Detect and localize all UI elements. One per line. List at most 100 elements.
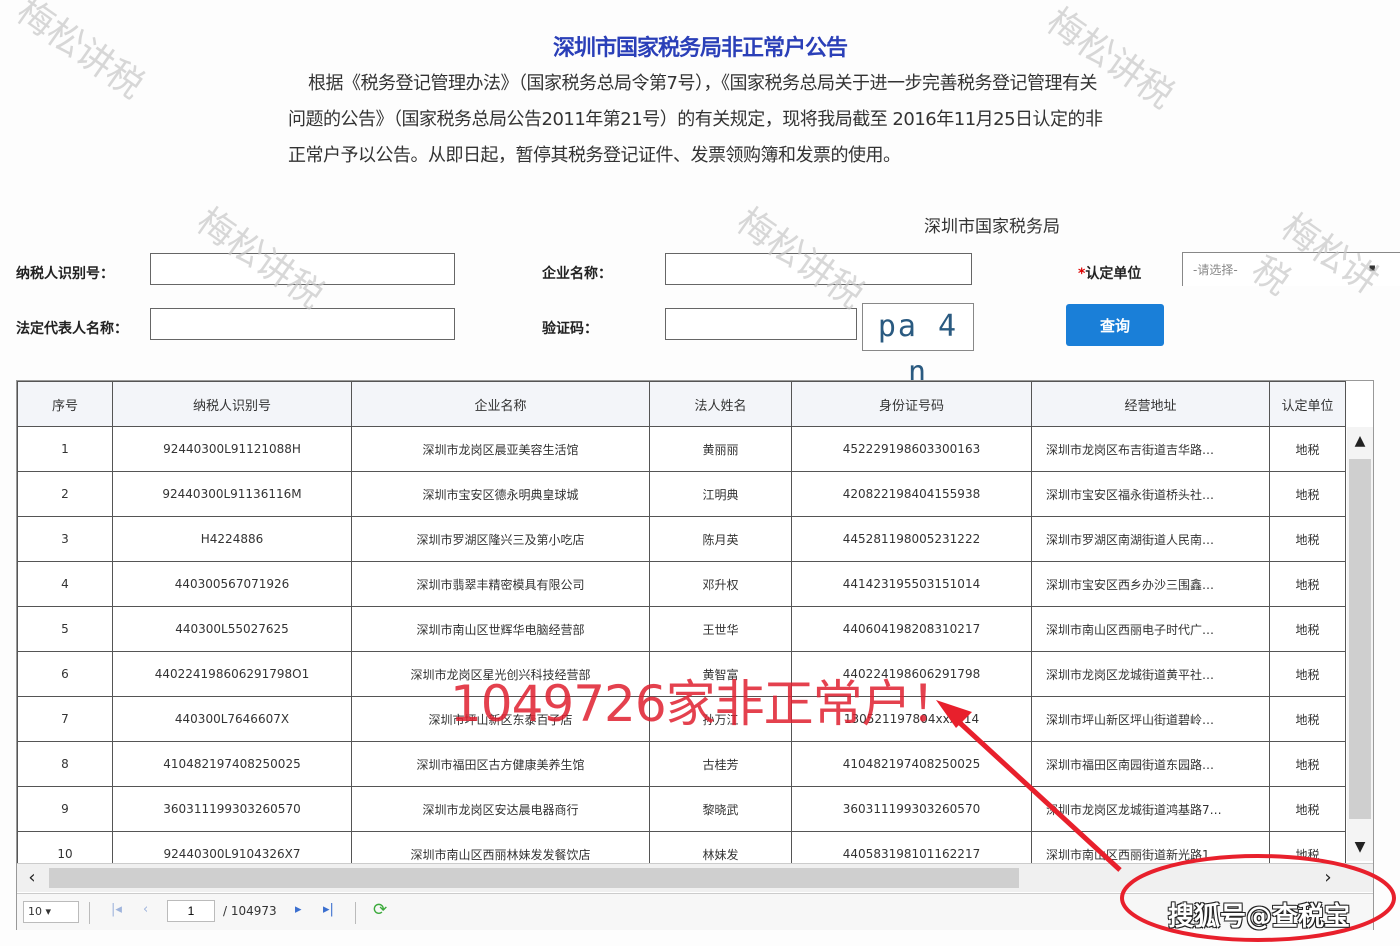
cell-address: 深圳市龙岗区布吉街道吉华路… bbox=[1031, 426, 1270, 472]
horizontal-scroll-thumb[interactable] bbox=[49, 868, 1019, 888]
table-body: 1 92440300L91121088H 深圳市龙岗区晨亚美容生活馆 黄丽丽 45222… bbox=[17, 426, 1346, 877]
legal-rep-label: 法定代表人名称： bbox=[16, 321, 128, 337]
cell-taxpayer-id: 92440300L91136116M bbox=[112, 471, 352, 517]
column-header-address[interactable]: 经营地址 bbox=[1031, 381, 1270, 427]
captcha-input[interactable] bbox=[665, 308, 857, 340]
table-header-row: 序号 纳税人识别号 企业名称 法人姓名 身份证号码 经营地址 认定单位 bbox=[17, 381, 1346, 427]
scroll-right-icon[interactable]: › bbox=[1313, 864, 1343, 892]
column-header-index[interactable]: 序号 bbox=[17, 381, 113, 427]
cell-unit: 地税 bbox=[1269, 471, 1346, 517]
cell-address: 深圳市福田区南园街道东园路… bbox=[1031, 741, 1270, 787]
first-page-icon[interactable]: |◂ bbox=[111, 902, 122, 917]
cell-taxpayer-id: 440300567071926 bbox=[112, 561, 352, 607]
table-row[interactable]: 4 440300567071926 深圳市翡翠丰精密模具有限公司 邓升权 4414231… bbox=[17, 561, 1346, 607]
cell-unit: 地税 bbox=[1269, 786, 1346, 832]
column-header-taxpayer-id[interactable]: 纳税人识别号 bbox=[112, 381, 352, 427]
cell-index: 7 bbox=[17, 696, 113, 742]
cell-taxpayer-id: H4224886 bbox=[112, 516, 352, 562]
results-grid: 序号 纳税人识别号 企业名称 法人姓名 身份证号码 经营地址 认定单位 1 924… bbox=[16, 380, 1374, 930]
table-row[interactable]: 5 440300L55027625 深圳市南山区世辉华电脑经营部 王世华 4406041… bbox=[17, 606, 1346, 652]
pager-divider bbox=[355, 902, 356, 924]
scroll-down-icon[interactable]: ▼ bbox=[1347, 833, 1373, 861]
cell-unit: 地税 bbox=[1269, 606, 1346, 652]
cell-id-number: 441423195503151014 bbox=[791, 561, 1032, 607]
cell-index: 5 bbox=[17, 606, 113, 652]
refresh-icon[interactable]: ⟳ bbox=[373, 900, 387, 920]
cell-unit: 地税 bbox=[1269, 741, 1346, 787]
cell-unit: 地税 bbox=[1269, 516, 1346, 562]
table-row[interactable]: 2 92440300L91136116M 深圳市宝安区德永明典皇球城 江明典 42082… bbox=[17, 471, 1346, 517]
cell-legal-rep: 古桂芳 bbox=[649, 741, 792, 787]
cell-address: 深圳市龙岗区龙城街道黄平社… bbox=[1031, 651, 1270, 697]
column-header-unit[interactable]: 认定单位 bbox=[1269, 381, 1346, 427]
cell-taxpayer-id: 410482197408250025 bbox=[112, 741, 352, 787]
cell-index: 1 bbox=[17, 426, 113, 472]
company-name-input[interactable] bbox=[665, 253, 972, 285]
horizontal-scrollbar[interactable]: ‹ › bbox=[17, 863, 1373, 892]
cell-address: 深圳市宝安区福永街道桥头社… bbox=[1031, 471, 1270, 517]
cell-address: 深圳市罗湖区南湖街道人民南… bbox=[1031, 516, 1270, 562]
cell-address: 深圳市坪山新区坪山街道碧岭… bbox=[1031, 696, 1270, 742]
table-row[interactable]: 9 360311199303260570 深圳市龙岗区安达晨电器商行 黎晓武 36031… bbox=[17, 786, 1346, 832]
cell-id-number: 445281198005231222 bbox=[791, 516, 1032, 562]
cell-taxpayer-id: 92440300L91121088H bbox=[112, 426, 352, 472]
cell-taxpayer-id: 440300L55027625 bbox=[112, 606, 352, 652]
unit-selected-value: -请选择- bbox=[1193, 263, 1238, 277]
dropdown-arrow-icon: ▪ bbox=[1368, 261, 1376, 274]
captcha-label: 验证码： bbox=[542, 321, 598, 337]
column-header-id-number[interactable]: 身份证号码 bbox=[791, 381, 1032, 427]
cell-taxpayer-id: 360311199303260570 bbox=[112, 786, 352, 832]
cell-id-number: 410482197408250025 bbox=[791, 741, 1032, 787]
pager-divider bbox=[89, 902, 90, 924]
legal-rep-input[interactable] bbox=[150, 308, 455, 340]
table-row[interactable]: 1 92440300L91121088H 深圳市龙岗区晨亚美容生活馆 黄丽丽 45222… bbox=[17, 426, 1346, 472]
column-header-company-name[interactable]: 企业名称 bbox=[351, 381, 650, 427]
company-name-label: 企业名称： bbox=[542, 266, 612, 282]
cell-company-name: 深圳市龙岗区安达晨电器商行 bbox=[351, 786, 650, 832]
cell-company-name: 深圳市南山区世辉华电脑经营部 bbox=[351, 606, 650, 652]
cell-address: 深圳市宝安区西乡办沙三围鑫… bbox=[1031, 561, 1270, 607]
page-title: 深圳市国家税务局非正常户公告 bbox=[552, 36, 848, 61]
cell-unit: 地税 bbox=[1269, 561, 1346, 607]
cell-index: 8 bbox=[17, 741, 113, 787]
prev-page-icon[interactable]: ‹ bbox=[143, 902, 148, 917]
source-credit: 搜狐号@查税宝 bbox=[1168, 902, 1351, 932]
current-page-input[interactable] bbox=[167, 900, 215, 922]
scroll-up-icon[interactable]: ▲ bbox=[1347, 427, 1373, 455]
cell-id-number: 440604198208310217 bbox=[791, 606, 1032, 652]
column-header-legal-rep[interactable]: 法人姓名 bbox=[649, 381, 792, 427]
unit-label-text: 认定单位 bbox=[1085, 266, 1142, 282]
notice-signer: 深圳市国家税务局 bbox=[924, 217, 1060, 237]
notice-text: 根据《税务登记管理办法》（国家税务总局令第7号），《国家税务总局关于进一步完善税… bbox=[288, 73, 1103, 166]
last-page-icon[interactable]: ▸| bbox=[323, 902, 334, 917]
vertical-scrollbar[interactable]: ▲ ▼ bbox=[1347, 427, 1373, 861]
total-pages: / 104973 bbox=[223, 904, 277, 918]
vertical-scroll-thumb[interactable] bbox=[1349, 459, 1371, 819]
cell-index: 2 bbox=[17, 471, 113, 517]
cell-id-number: 420822198404155938 bbox=[791, 471, 1032, 517]
captcha-image[interactable]: pa 4 n bbox=[862, 303, 974, 390]
cell-taxpayer-id: 440300L7646607X bbox=[112, 696, 352, 742]
scroll-left-icon[interactable]: ‹ bbox=[17, 864, 47, 892]
unit-select[interactable]: -请选择- ▪ bbox=[1182, 252, 1400, 286]
annotation-headline: 1049726家非正常户！ bbox=[450, 675, 961, 733]
cell-company-name: 深圳市福田区古方健康美养生馆 bbox=[351, 741, 650, 787]
cell-legal-rep: 王世华 bbox=[649, 606, 792, 652]
search-button[interactable]: 查询 bbox=[1066, 304, 1164, 346]
table-row[interactable]: 8 410482197408250025 深圳市福田区古方健康美养生馆 古桂芳 4104… bbox=[17, 741, 1346, 787]
taxpayer-id-label: 纳税人识别号： bbox=[16, 266, 114, 282]
next-page-icon[interactable]: ▸ bbox=[295, 902, 302, 917]
taxpayer-id-input[interactable] bbox=[150, 253, 455, 285]
cell-legal-rep: 黄丽丽 bbox=[649, 426, 792, 472]
cell-unit: 地税 bbox=[1269, 651, 1346, 697]
page-size-select[interactable]: 10 ▾ bbox=[23, 901, 79, 923]
cell-legal-rep: 黎晓武 bbox=[649, 786, 792, 832]
cell-address: 深圳市南山区西丽电子时代广… bbox=[1031, 606, 1270, 652]
table-row[interactable]: 3 H4224886 深圳市罗湖区隆兴三及第小吃店 陈月英 44528119800523… bbox=[17, 516, 1346, 562]
results-table: 序号 纳税人识别号 企业名称 法人姓名 身份证号码 经营地址 认定单位 1 924… bbox=[17, 381, 1346, 877]
cell-company-name: 深圳市龙岗区晨亚美容生活馆 bbox=[351, 426, 650, 472]
cell-address: 深圳市龙岗区龙城街道鸿基路7… bbox=[1031, 786, 1270, 832]
cell-index: 3 bbox=[17, 516, 113, 562]
cell-index: 6 bbox=[17, 651, 113, 697]
cell-index: 4 bbox=[17, 561, 113, 607]
